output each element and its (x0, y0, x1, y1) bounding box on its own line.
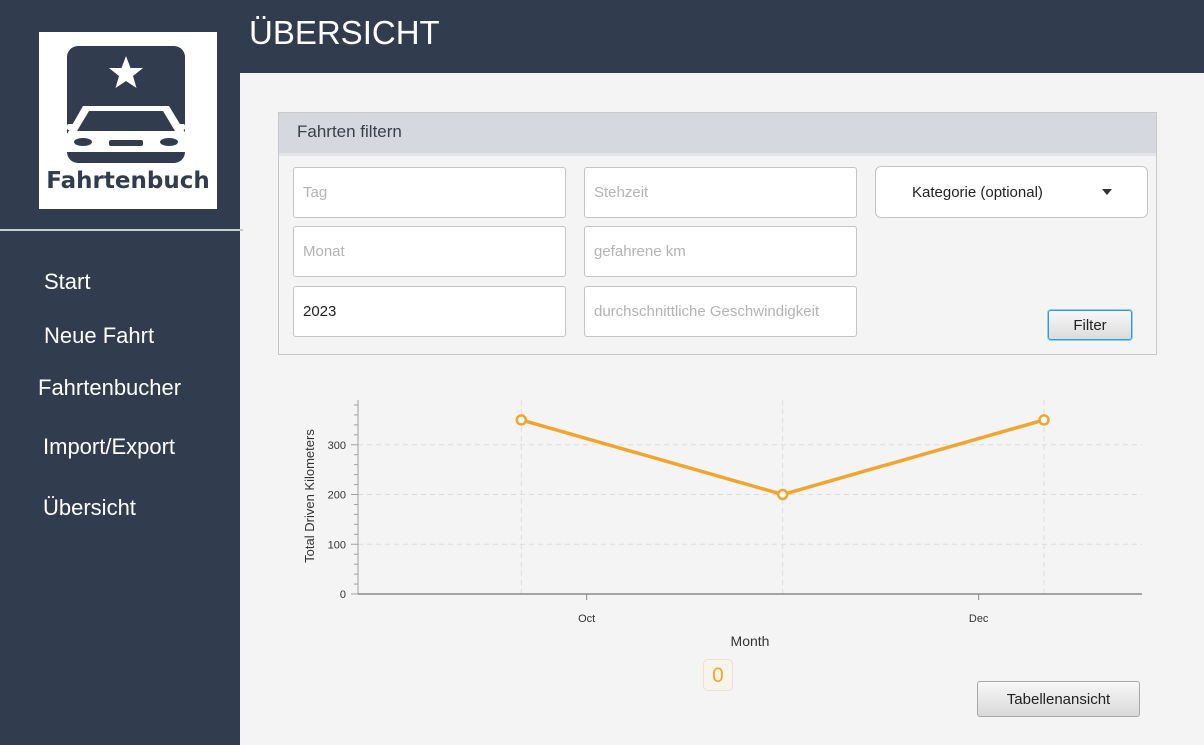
y-tick-label: 100 (328, 539, 346, 551)
data-point (776, 488, 789, 501)
x-tick-label: Dec (969, 613, 989, 625)
x-axis-label: Month (731, 633, 770, 649)
y-tick-label: 200 (328, 490, 346, 502)
x-tick-label: Oct (578, 613, 595, 625)
line-chart: 0 100 200 300 Oct Dec Month Total Driven Kilome… (302, 400, 1142, 649)
data-point (1038, 414, 1050, 426)
y-axis-label: Total Driven Kilometers (302, 429, 317, 563)
table-view-button[interactable]: Tabellenansicht (977, 681, 1140, 717)
y-tick-label: 300 (328, 440, 346, 452)
chart-grid (358, 400, 1142, 594)
y-tick-label: 0 (340, 589, 346, 601)
data-point (515, 414, 528, 426)
chart-axes (351, 400, 1142, 600)
chart-labels: 0 100 200 300 Oct Dec Month Total Driven Kilome… (302, 429, 989, 649)
count-badge: 0 (703, 659, 733, 691)
